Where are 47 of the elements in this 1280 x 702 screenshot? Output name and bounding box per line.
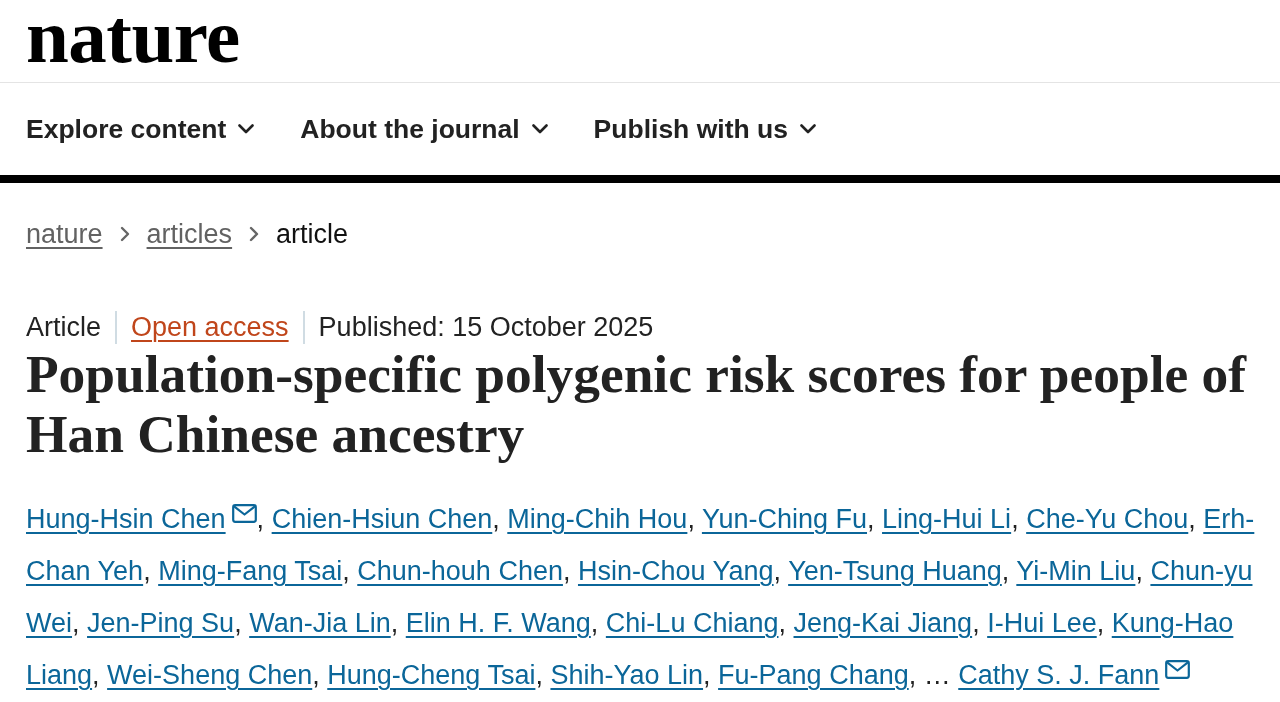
author-link[interactable]: Wan-Jia Lin [249,608,391,638]
chevron-down-icon [531,124,548,134]
author-link[interactable]: Wei [26,608,72,638]
author-link[interactable]: Hung-Cheng Tsai [327,660,536,690]
nav-menu-button[interactable]: Explore content [26,113,255,145]
author-link[interactable]: Yun-Ching Fu [701,504,867,534]
chevron-down-icon [238,124,255,134]
author-link[interactable]: Chi-Lu Chiang [605,608,779,638]
author-link[interactable]: Liang [26,660,93,690]
breadcrumb-link[interactable]: nature [26,218,103,250]
email-icon[interactable] [231,504,257,523]
chevron-right-icon [119,226,130,242]
site-logo[interactable]: nature [26,4,240,68]
nav-menu-button[interactable]: About the journal [300,113,548,145]
author-link[interactable]: Jeng-Kai Jiang [793,608,973,638]
author-link[interactable]: Che-Yu Chou [1026,504,1189,534]
article-type-label: Article [26,311,101,343]
author-link[interactable]: Yen-Tsung Huang [788,556,1002,586]
article-title: Population-specific polygenic risk scores for people of Han Chinese ancestry [26,344,1248,464]
chevron-down-icon [799,124,816,134]
open-access-link[interactable]: Open access [131,311,289,343]
publication-date: Published: 15 October 2025 [318,311,654,343]
author-link[interactable]: Ling-Hui Li [882,504,1012,534]
author-link[interactable]: Jen-Ping Su [87,608,235,638]
author-link[interactable]: Erh- [1203,504,1255,534]
breadcrumb-current: article [276,218,349,250]
author-link[interactable]: Elin H. F. Wang [405,608,591,638]
author-link[interactable]: Ming-Chih Hou [507,504,688,534]
author-link[interactable]: Chun-houh Chen [357,556,563,586]
breadcrumb-link[interactable]: articles [146,218,233,250]
author-link[interactable]: Chan Yeh [26,556,144,586]
author-link[interactable]: Ming-Fang Tsai [158,556,343,586]
author-link[interactable]: Hsin-Chou Yang [577,556,774,586]
author-list: Hung-Hsin Chen , Chien-Hsiun Chen, Ming-Chih Hou, Yun-Ching Fu, Ling-Hui Li, Che-Yu Chou, Erh-Chan Yeh, Ming-Fang Tsai, Chun-houh Chen, Hsin-Chou Yang, Yen-Tsung Huang, Yi-Min Liu, Chun-yu Wei, Jen-Ping Su, Wan-Jia Lin, Elin H. F. Wang, Chi-Lu Chiang, Jeng-Kai Jiang, I-Hui Lee, Kung-Hao Liang, Wei-Sheng Chen, Hung-Cheng Tsai, Shih-Yao Lin, Fu-Pang Chang, … Cathy S. J. Fann [26,493,1266,701]
author-link[interactable]: Wei-Sheng Chen [107,660,313,690]
chevron-right-icon [249,226,260,242]
author-link[interactable]: Shih-Yao Lin [550,660,704,690]
nav-menu-button[interactable]: Publish with us [593,113,816,145]
author-link[interactable]: Chien-Hsiun Chen [271,504,493,534]
author-link[interactable]: Hung-Hsin Chen [26,504,226,534]
author-link[interactable]: Kung-Hao [1111,608,1234,638]
author-link[interactable]: Fu-Pang Chang [718,660,909,690]
author-link[interactable]: Yi-Min Liu [1016,556,1136,586]
email-icon[interactable] [1165,660,1191,679]
author-link[interactable]: Chun-yu [1150,556,1253,586]
author-link[interactable]: I-Hui Lee [987,608,1097,638]
author-link[interactable]: Cathy S. J. Fann [958,660,1160,690]
